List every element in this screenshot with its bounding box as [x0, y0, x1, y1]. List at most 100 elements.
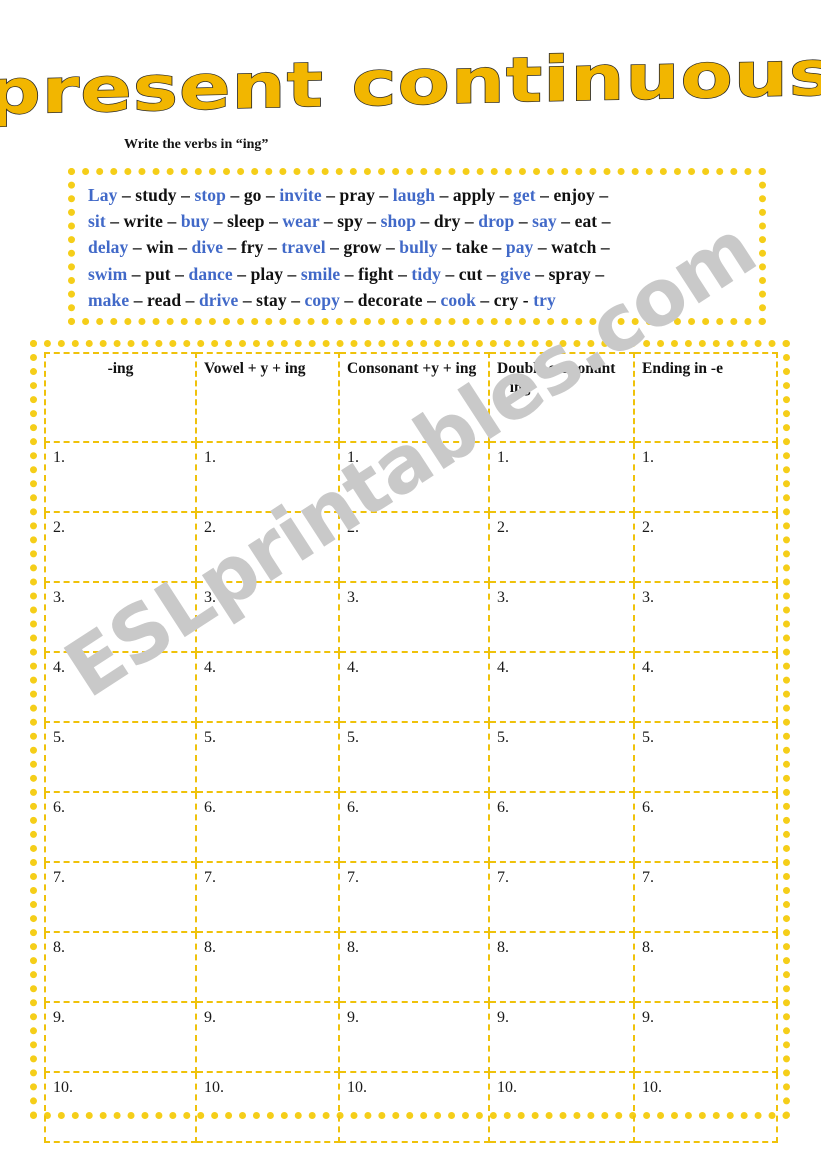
answer-cell[interactable]: 7.	[633, 861, 778, 933]
answer-cell[interactable]: 8.	[338, 931, 490, 1003]
answer-cell[interactable]: 4.	[195, 651, 340, 723]
word-separator: –	[533, 237, 552, 258]
answer-cell[interactable]: 10.	[195, 1071, 340, 1143]
answer-number-label: 4.	[642, 659, 654, 676]
word-separator: –	[495, 185, 514, 205]
answer-cell[interactable]: 8.	[633, 931, 778, 1003]
answer-cell[interactable]: 3.	[195, 581, 340, 653]
answer-cell[interactable]: 4.	[488, 651, 635, 723]
answer-number-label: 2.	[53, 519, 65, 536]
verb-word: delay	[88, 237, 129, 258]
answer-cell[interactable]: 4.	[633, 651, 778, 723]
answer-cell[interactable]: 6.	[195, 791, 340, 863]
answer-cell[interactable]: 9.	[338, 1001, 490, 1073]
verb-word: shop	[380, 211, 417, 232]
answer-cell[interactable]: 9.	[44, 1001, 197, 1073]
answer-cell[interactable]: 4.	[44, 651, 197, 723]
answer-number-label: 4.	[347, 659, 359, 676]
verb-word: read	[147, 289, 182, 310]
page-title-container: present continuous	[0, 36, 821, 136]
verb-word: dance	[188, 263, 233, 284]
answer-cell[interactable]: 3.	[338, 581, 490, 653]
answer-cell[interactable]: 10.	[338, 1071, 490, 1143]
answer-cell[interactable]: 1.	[338, 441, 490, 513]
table-row: 10. 10. 10. 10. 10.	[44, 1071, 778, 1143]
answer-number-label: 8.	[347, 939, 359, 956]
answer-cell[interactable]: 10.	[44, 1071, 197, 1143]
answer-number-label: 2.	[347, 519, 359, 536]
answer-cell[interactable]: 2.	[488, 511, 635, 583]
table-row: 6. 6. 6. 6. 6.	[44, 791, 778, 863]
word-separator: –	[263, 237, 282, 258]
answer-cell[interactable]: 6.	[488, 791, 635, 863]
answer-cell[interactable]: 6.	[338, 791, 490, 863]
verb-word: travel	[281, 237, 326, 258]
answer-cell[interactable]: 8.	[488, 931, 635, 1003]
word-separator: –	[374, 185, 393, 205]
answer-cell[interactable]: 2.	[338, 511, 490, 583]
answer-cell[interactable]: 5.	[633, 721, 778, 793]
word-bank-line: sit – write – buy – sleep – wear – spy –…	[88, 208, 756, 234]
answer-cell[interactable]: 7.	[195, 861, 340, 933]
word-separator: –	[482, 263, 501, 284]
verb-word: pay	[505, 237, 534, 258]
answer-number-label: 6.	[642, 799, 654, 816]
answer-cell[interactable]: 9.	[633, 1001, 778, 1073]
answer-cell[interactable]: 6.	[44, 791, 197, 863]
answer-cell[interactable]: 8.	[195, 931, 340, 1003]
answer-cell[interactable]: 7.	[44, 861, 197, 933]
verb-word: put	[145, 263, 171, 284]
answer-cell[interactable]: 1.	[195, 441, 340, 513]
answer-cell[interactable]: 5.	[338, 721, 490, 793]
verb-word: eat	[574, 211, 598, 232]
word-separator: –	[128, 237, 147, 258]
verb-word: dive	[191, 237, 224, 258]
answer-cell[interactable]: 7.	[488, 861, 635, 933]
answer-cell[interactable]: 10.	[633, 1071, 778, 1143]
answer-cell[interactable]: 4.	[338, 651, 490, 723]
answer-number-label: 1.	[497, 449, 509, 466]
page-title: present continuous	[0, 36, 821, 130]
answer-cell[interactable]: 5.	[488, 721, 635, 793]
word-separator: –	[286, 289, 305, 310]
answer-cell[interactable]: 1.	[488, 441, 635, 513]
answer-cell[interactable]: 3.	[44, 581, 197, 653]
answer-cell[interactable]: 2.	[44, 511, 197, 583]
answer-cell[interactable]: 5.	[195, 721, 340, 793]
answer-cell[interactable]: 7.	[338, 861, 490, 933]
answer-cell[interactable]: 8.	[44, 931, 197, 1003]
answer-number-label: 8.	[642, 939, 654, 956]
answer-cell[interactable]: 3.	[488, 581, 635, 653]
answer-cell[interactable]: 6.	[633, 791, 778, 863]
verb-word: decorate	[357, 289, 423, 310]
column-header-double-consonant-ing: Double consonant + ing	[488, 352, 635, 443]
verb-word: go	[243, 185, 262, 205]
answer-cell[interactable]: 10.	[488, 1071, 635, 1143]
verb-word: copy	[304, 289, 340, 310]
answer-cell[interactable]: 1.	[44, 441, 197, 513]
answer-cell[interactable]: 1.	[633, 441, 778, 513]
answer-cell[interactable]: 5.	[44, 721, 197, 793]
answer-number-label: 9.	[53, 1009, 65, 1026]
answer-cell[interactable]: 2.	[633, 511, 778, 583]
verb-word: stop	[194, 185, 226, 205]
verb-word: fry	[240, 237, 264, 258]
verb-word: sit	[88, 211, 106, 232]
verb-word: win	[146, 237, 174, 258]
word-separator: –	[325, 237, 344, 258]
answer-number-label: 4.	[497, 659, 509, 676]
word-separator: –	[340, 263, 359, 284]
answer-cell[interactable]: 9.	[488, 1001, 635, 1073]
word-bank-line: make – read – drive – stay – copy – deco…	[88, 287, 756, 313]
answer-cell[interactable]: 3.	[633, 581, 778, 653]
word-separator: –	[416, 211, 434, 232]
answer-cell[interactable]: 2.	[195, 511, 340, 583]
table-row: 1. 1. 1. 1. 1.	[44, 441, 778, 513]
verb-word: drop	[478, 211, 515, 232]
answer-number-label: 4.	[204, 659, 216, 676]
column-header-ending-in-e: Ending in -e	[633, 352, 778, 443]
table-row: 9. 9. 9. 9. 9.	[44, 1001, 778, 1073]
verb-word: make	[88, 289, 130, 310]
answer-cell[interactable]: 9.	[195, 1001, 340, 1073]
word-separator: –	[232, 263, 251, 284]
